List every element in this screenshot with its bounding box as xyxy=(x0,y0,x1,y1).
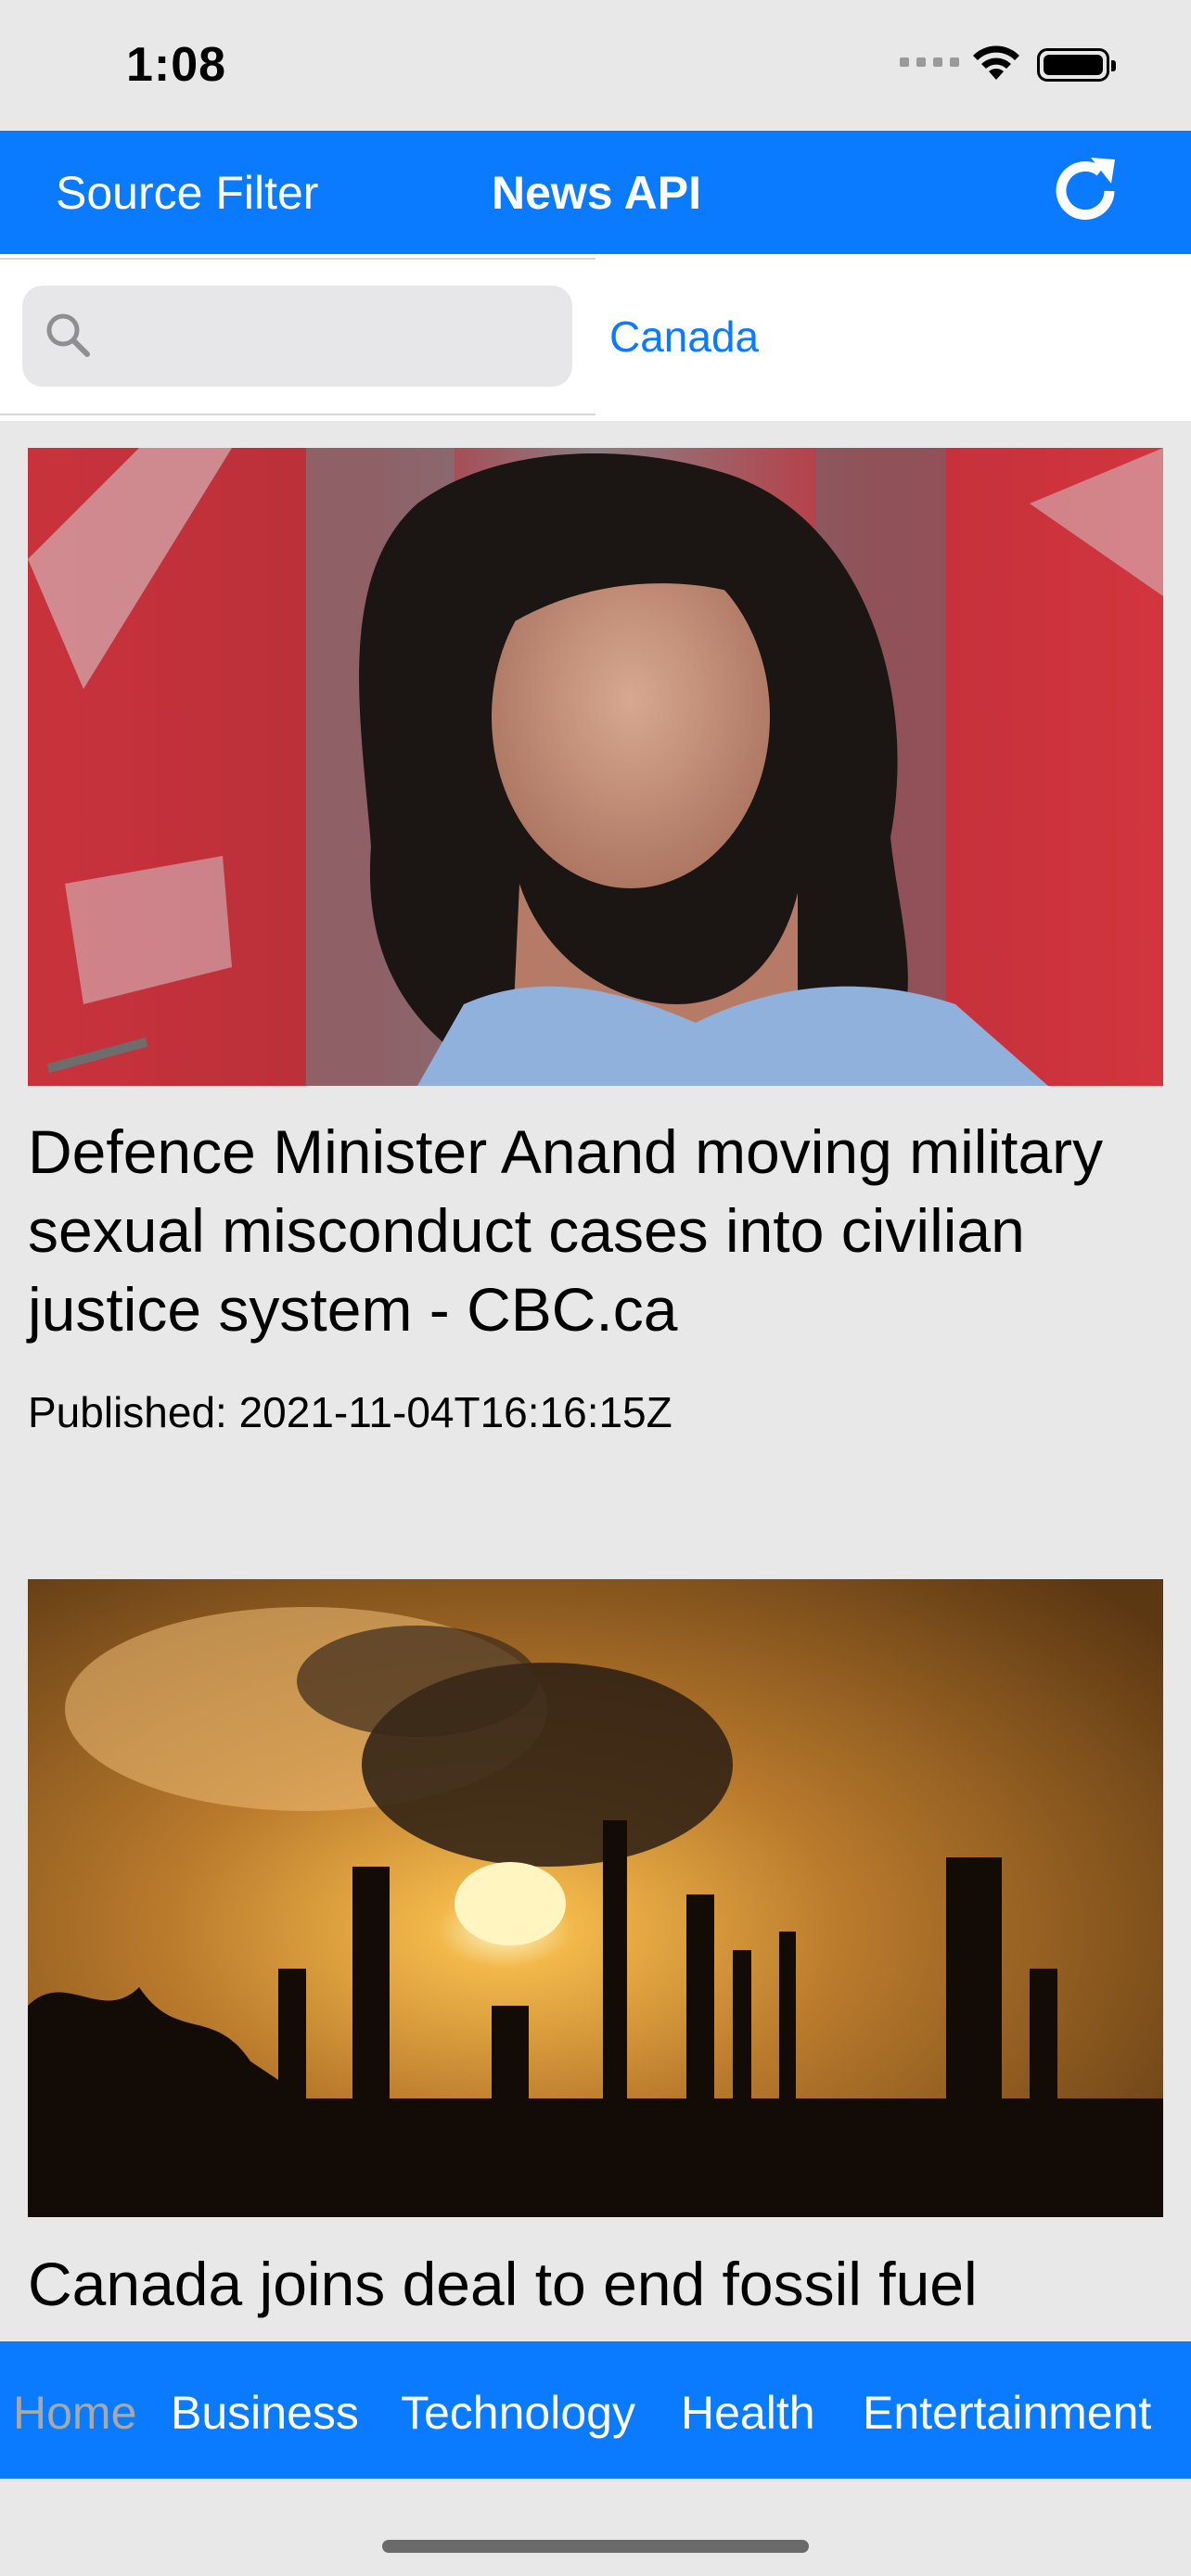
home-indicator[interactable] xyxy=(382,2540,809,2553)
battery-icon xyxy=(1037,48,1116,82)
search-icon xyxy=(46,313,90,357)
status-bar: 1:08 xyxy=(0,0,1191,131)
cellular-signal-icon xyxy=(900,57,959,67)
article-headline[interactable]: Defence Minister Anand moving military s… xyxy=(28,1113,1163,1349)
category-tab-bar: Home Business Technology Health Entertai… xyxy=(0,2341,1191,2479)
search-input[interactable] xyxy=(22,286,572,387)
tab-business[interactable]: Business xyxy=(171,2386,359,2440)
article-published: Published: 2021-11-04T16:16:15Z xyxy=(28,1388,672,1436)
wifi-icon xyxy=(973,45,1019,80)
status-time: 1:08 xyxy=(126,38,227,92)
tab-entertainment[interactable]: Entertainment xyxy=(863,2386,1151,2440)
article-image[interactable] xyxy=(28,448,1163,1086)
article-image[interactable] xyxy=(28,1579,1163,2217)
article-photo xyxy=(28,448,1163,1086)
tab-health[interactable]: Health xyxy=(681,2386,815,2440)
tab-home[interactable]: Home xyxy=(13,2386,136,2440)
navigation-bar: Source Filter News API xyxy=(0,131,1191,254)
article-headline[interactable]: Canada joins deal to end fossil fuel xyxy=(28,2245,1163,2324)
tab-technology[interactable]: Technology xyxy=(401,2386,635,2440)
country-selector[interactable]: Canada xyxy=(609,312,759,362)
article-photo xyxy=(28,1579,1163,2217)
source-filter-button[interactable]: Source Filter xyxy=(56,166,318,220)
divider xyxy=(0,414,596,415)
refresh-icon[interactable] xyxy=(1046,152,1124,230)
divider xyxy=(0,258,596,260)
page-title: News API xyxy=(492,167,702,219)
